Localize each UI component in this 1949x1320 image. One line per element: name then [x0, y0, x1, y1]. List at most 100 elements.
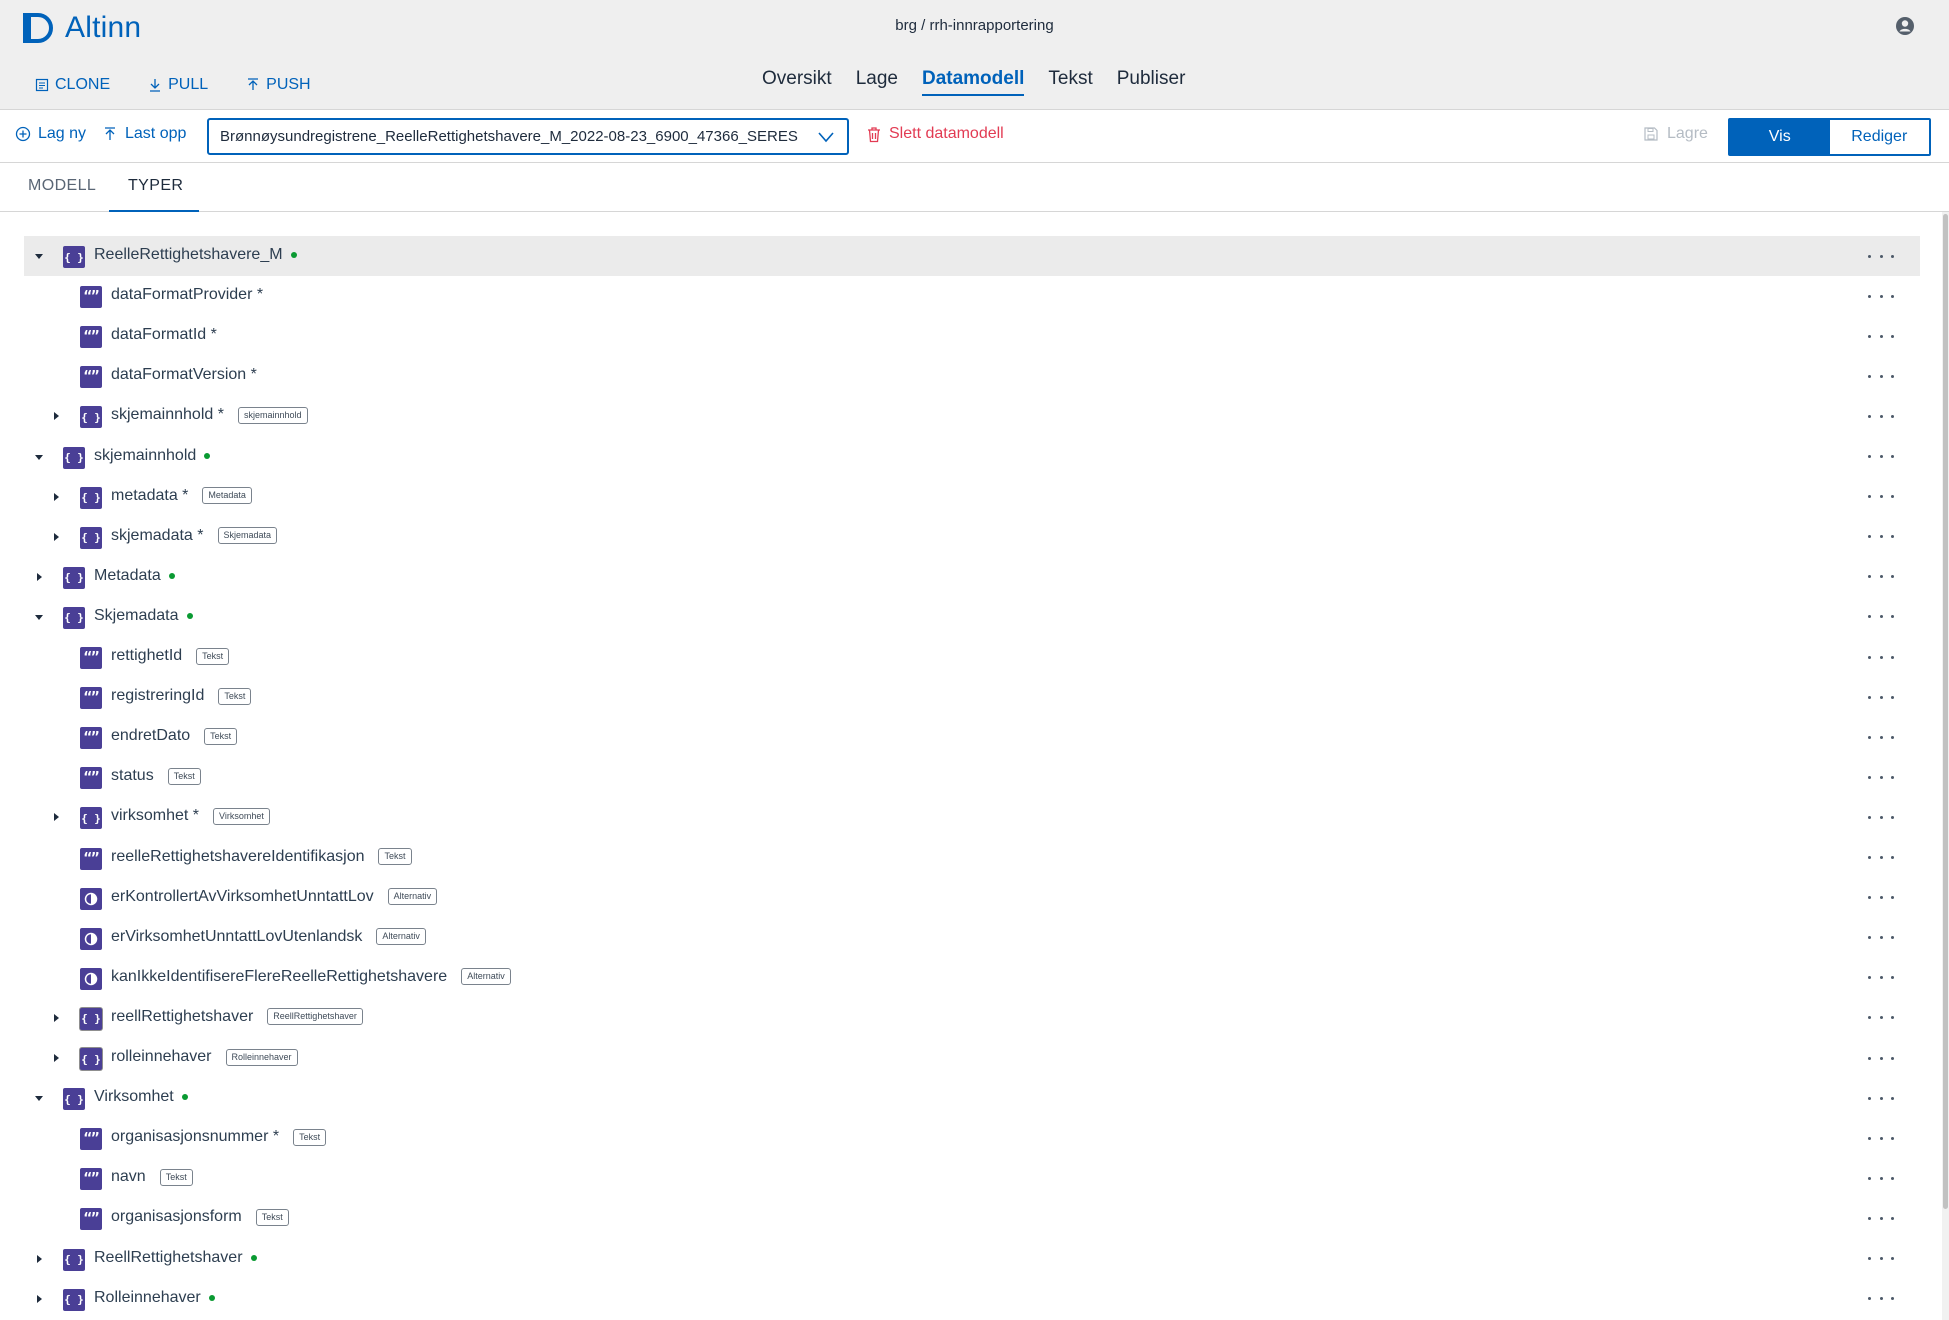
caret-down-icon[interactable] — [34, 452, 44, 462]
tree-row[interactable]: { } virksomhet * Virksomhet — [24, 797, 1920, 837]
caret-down-icon[interactable] — [34, 1093, 44, 1103]
more-actions-icon[interactable] — [1866, 364, 1896, 388]
tab-modell[interactable]: MODELL — [28, 177, 96, 195]
tree-node[interactable]: erKontrollertAvVirksomhetUnntattLov Alter… — [111, 888, 438, 906]
edit-mode-button[interactable]: Rediger — [1829, 120, 1929, 154]
tree-row[interactable]: { } ReellRettighetshaver — [24, 1239, 1920, 1279]
tree-node[interactable]: virksomhet * Virksomhet — [111, 807, 270, 825]
tree-node[interactable]: dataFormatVersion * — [111, 366, 257, 384]
more-actions-icon[interactable] — [1866, 1287, 1896, 1311]
tree-node[interactable]: dataFormatProvider * — [111, 286, 263, 304]
nav-tekst[interactable]: Tekst — [1048, 68, 1092, 96]
tree-row[interactable]: “” organisasjonsform Tekst — [24, 1198, 1920, 1238]
tree-node[interactable]: Virksomhet — [94, 1088, 188, 1106]
tree-row[interactable]: erKontrollertAvVirksomhetUnntattLov Alter… — [24, 878, 1920, 918]
nav-lage[interactable]: Lage — [856, 68, 898, 96]
caret-right-icon[interactable] — [34, 572, 44, 582]
caret-down-icon[interactable] — [34, 612, 44, 622]
save-button[interactable]: Lagre — [1643, 125, 1708, 143]
tree-row[interactable]: { } skjemainnhold — [24, 437, 1920, 477]
more-actions-icon[interactable] — [1866, 685, 1896, 709]
view-mode-button[interactable]: Vis — [1730, 120, 1830, 154]
more-actions-icon[interactable] — [1866, 725, 1896, 749]
tree-row[interactable]: { } Rolleinnehaver — [24, 1279, 1920, 1319]
more-actions-icon[interactable] — [1866, 926, 1896, 950]
tree-node[interactable]: rolleinnehaver Rolleinnehaver — [111, 1048, 298, 1066]
more-actions-icon[interactable] — [1866, 645, 1896, 669]
more-actions-icon[interactable] — [1866, 1166, 1896, 1190]
create-model-button[interactable]: Lag ny — [15, 125, 86, 143]
more-actions-icon[interactable] — [1866, 605, 1896, 629]
model-select[interactable]: Brønnøysundregistrene_ReelleRettighetsha… — [207, 118, 849, 155]
caret-right-icon[interactable] — [51, 492, 61, 502]
more-actions-icon[interactable] — [1866, 404, 1896, 428]
tree-row[interactable]: { } Skjemadata — [24, 597, 1920, 637]
tree-row[interactable]: { } Metadata — [24, 557, 1920, 597]
tree-node[interactable]: organisasjonsform Tekst — [111, 1208, 289, 1226]
tree-node[interactable]: registreringId Tekst — [111, 687, 252, 705]
more-actions-icon[interactable] — [1866, 1126, 1896, 1150]
tree-node[interactable]: endretDato Tekst — [111, 727, 238, 745]
nav-oversikt[interactable]: Oversikt — [762, 68, 832, 96]
tree-node[interactable]: organisasjonsnummer * Tekst — [111, 1128, 327, 1146]
tree-row[interactable]: “” reelleRettighetshavereIdentifikasjon Te… — [24, 838, 1920, 878]
delete-model-button[interactable]: Slett datamodell — [866, 125, 1004, 143]
tree-row[interactable]: { } skjemainnhold * skjemainnhold — [24, 396, 1920, 436]
nav-publiser[interactable]: Publiser — [1117, 68, 1186, 96]
more-actions-icon[interactable] — [1866, 525, 1896, 549]
more-actions-icon[interactable] — [1866, 846, 1896, 870]
tree-row[interactable]: erVirksomhetUnntattLovUtenlandsk Alternat… — [24, 918, 1920, 958]
scrollbar-thumb[interactable] — [1943, 214, 1948, 1209]
more-actions-icon[interactable] — [1866, 1247, 1896, 1271]
more-actions-icon[interactable] — [1866, 886, 1896, 910]
tree-node[interactable]: status Tekst — [111, 767, 201, 785]
tree-row[interactable]: { } ReelleRettighetshavere_M — [24, 236, 1920, 276]
tree-row[interactable]: { } metadata * Metadata — [24, 477, 1920, 517]
tree-node[interactable]: kanIkkeIdentifisereFlereReelleRettighets… — [111, 968, 511, 986]
tree-row[interactable]: { } Virksomhet — [24, 1078, 1920, 1118]
more-actions-icon[interactable] — [1866, 445, 1896, 469]
more-actions-icon[interactable] — [1866, 805, 1896, 829]
tree-node[interactable]: reellRettighetshaver ReellRettighetshaver — [111, 1008, 363, 1026]
more-actions-icon[interactable] — [1866, 1086, 1896, 1110]
more-actions-icon[interactable] — [1866, 966, 1896, 990]
tree-node[interactable]: reelleRettighetshavereIdentifikasjon Teks… — [111, 848, 412, 866]
caret-right-icon[interactable] — [51, 411, 61, 421]
more-actions-icon[interactable] — [1866, 1046, 1896, 1070]
caret-right-icon[interactable] — [51, 1053, 61, 1063]
nav-datamodell[interactable]: Datamodell — [921, 68, 1025, 96]
more-actions-icon[interactable] — [1866, 1006, 1896, 1030]
tree-node[interactable]: metadata * Metadata — [111, 487, 252, 505]
more-actions-icon[interactable] — [1866, 565, 1896, 589]
tree-node[interactable]: dataFormatId * — [111, 326, 217, 344]
tree-row[interactable]: “” endretDato Tekst — [24, 717, 1920, 757]
tree-node[interactable]: erVirksomhetUnntattLovUtenlandsk Alternat… — [111, 928, 426, 946]
tree-node[interactable]: ReellRettighetshaver — [94, 1249, 257, 1267]
caret-right-icon[interactable] — [51, 532, 61, 542]
tree-node[interactable]: Metadata — [94, 567, 175, 585]
tree-node[interactable]: Skjemadata — [94, 607, 193, 625]
caret-down-icon[interactable] — [34, 251, 44, 261]
more-actions-icon[interactable] — [1866, 284, 1896, 308]
pull-button[interactable]: PULL — [148, 76, 208, 94]
tree-node[interactable]: Rolleinnehaver — [94, 1289, 215, 1307]
tree-row[interactable]: { } reellRettighetshaver ReellRettighetsha… — [24, 998, 1920, 1038]
clone-button[interactable]: CLONE — [35, 76, 110, 94]
more-actions-icon[interactable] — [1866, 765, 1896, 789]
tree-row[interactable]: kanIkkeIdentifisereFlereReelleRettighets… — [24, 958, 1920, 998]
tree-row[interactable]: “” navn Tekst — [24, 1158, 1920, 1198]
caret-right-icon[interactable] — [34, 1254, 44, 1264]
more-actions-icon[interactable] — [1866, 1206, 1896, 1230]
tree-node[interactable]: skjemainnhold — [94, 447, 211, 465]
tree-row[interactable]: { } rolleinnehaver Rolleinnehaver — [24, 1038, 1920, 1078]
caret-right-icon[interactable] — [34, 1294, 44, 1304]
tree-row[interactable]: “” dataFormatId * — [24, 316, 1920, 356]
tree-row[interactable]: “” registreringId Tekst — [24, 677, 1920, 717]
tree-node[interactable]: ReelleRettighetshavere_M — [94, 246, 297, 264]
tree-row[interactable]: “” organisasjonsnummer * Tekst — [24, 1118, 1920, 1158]
tree-row[interactable]: { } skjemadata * Skjemadata — [24, 517, 1920, 557]
more-actions-icon[interactable] — [1866, 485, 1896, 509]
user-avatar-icon[interactable] — [1895, 16, 1915, 36]
tab-typer[interactable]: TYPER — [128, 177, 183, 195]
more-actions-icon[interactable] — [1866, 324, 1896, 348]
